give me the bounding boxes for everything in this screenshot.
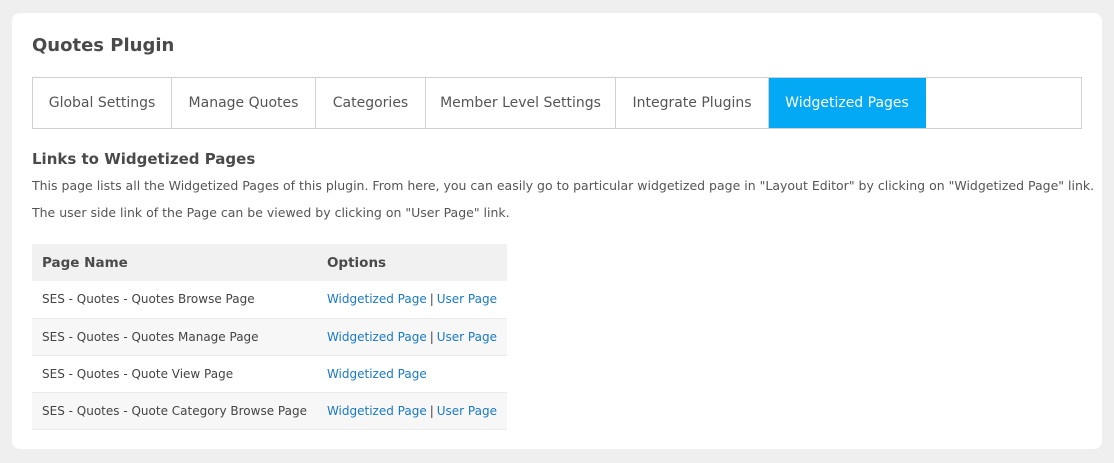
column-header-page-name: Page Name [32,244,317,281]
tab-integrate-plugins[interactable]: Integrate Plugins [616,78,769,128]
tab-member-level-settings[interactable]: Member Level Settings [426,78,616,128]
options-cell: Widgetized Page | User Page [316,318,507,356]
page-name-cell: SES - Quotes - Quote View Page [32,355,317,393]
options-cell: Widgetized Page | User Page [316,392,507,430]
widgetized-page-link[interactable]: Widgetized Page [327,367,427,381]
options-cell: Widgetized Page [316,355,507,393]
page-name-cell: SES - Quotes - Quote Category Browse Pag… [32,392,317,430]
section-title: Links to Widgetized Pages [32,150,256,168]
table-row: SES - Quotes - Quote Category Browse Pag… [32,392,507,430]
tab-global-settings[interactable]: Global Settings [33,78,172,128]
link-separator: | [429,403,434,418]
table-row: SES - Quotes - Quote View Page Widgetize… [32,355,507,393]
tab-widgetized-pages[interactable]: Widgetized Pages [769,78,926,128]
options-cell: Widgetized Page | User Page [316,281,507,319]
widgetized-page-link[interactable]: Widgetized Page [327,404,427,418]
column-header-options: Options [316,244,507,281]
main-card: Quotes Plugin Global Settings Manage Quo… [12,13,1102,449]
table-row: SES - Quotes - Quotes Browse Page Widget… [32,281,507,319]
tab-manage-quotes[interactable]: Manage Quotes [172,78,316,128]
user-page-link[interactable]: User Page [437,292,497,306]
tab-bar: Global Settings Manage Quotes Categories… [32,77,1082,129]
section-description: This page lists all the Widgetized Pages… [32,178,1095,193]
table-header-row: Page Name Options [32,244,507,281]
section-description-user-link: The user side link of the Page can be vi… [32,205,510,220]
user-page-link[interactable]: User Page [437,404,497,418]
page-title: Quotes Plugin [32,35,175,56]
widgetized-page-link[interactable]: Widgetized Page [327,292,427,306]
widgetized-page-link[interactable]: Widgetized Page [327,330,427,344]
link-separator: | [429,329,434,344]
widgetized-pages-table: Page Name Options SES - Quotes - Quotes … [32,244,507,430]
page-name-cell: SES - Quotes - Quotes Browse Page [32,281,317,319]
link-separator: | [429,292,434,307]
page-name-cell: SES - Quotes - Quotes Manage Page [32,318,317,356]
table-row: SES - Quotes - Quotes Manage Page Widget… [32,318,507,356]
user-page-link[interactable]: User Page [437,330,497,344]
tab-categories[interactable]: Categories [316,78,426,128]
